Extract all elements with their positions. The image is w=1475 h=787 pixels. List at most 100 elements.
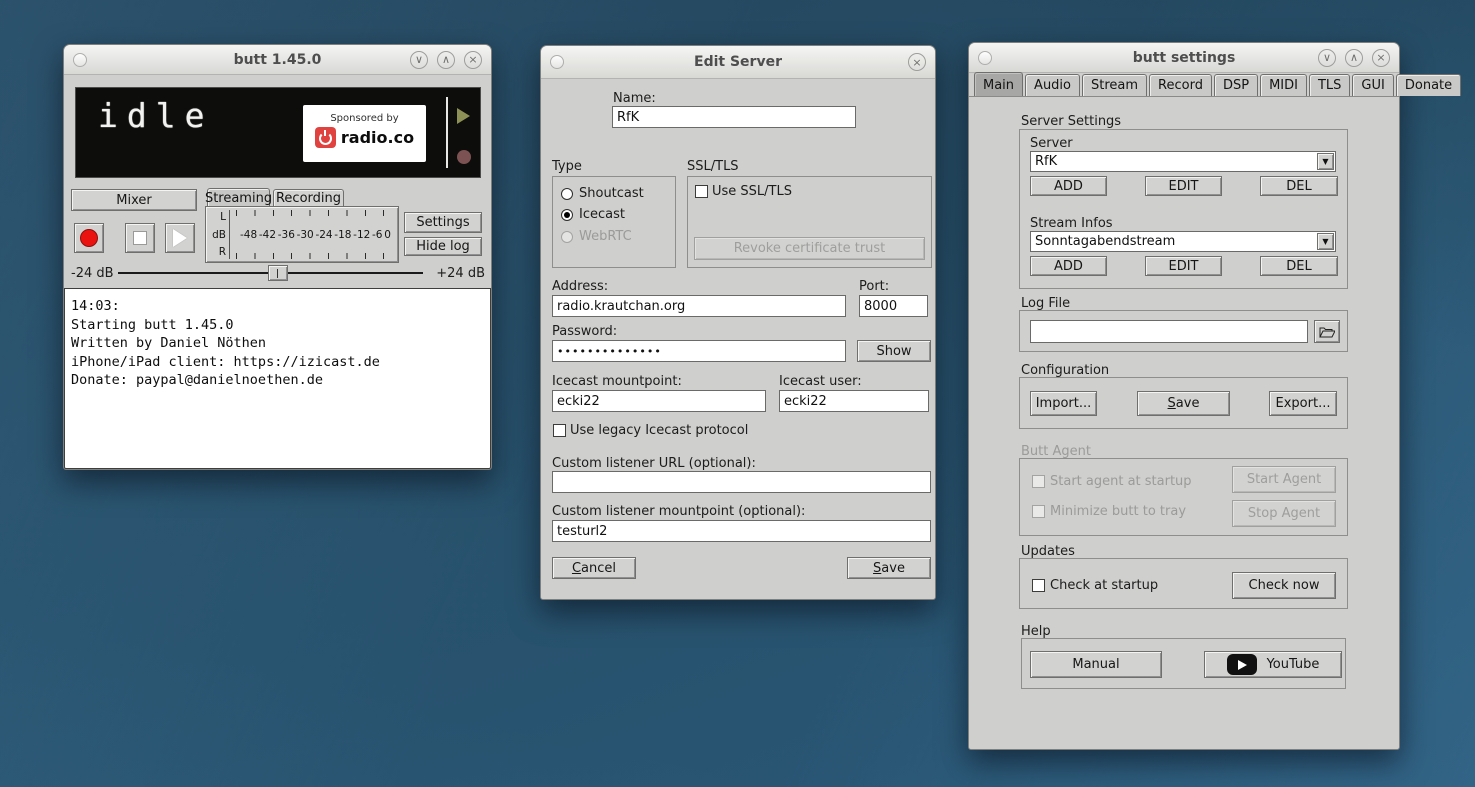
status-display: idle Sponsored by radio.co bbox=[75, 87, 481, 178]
show-password-button[interactable]: Show bbox=[857, 340, 931, 362]
icecast-label: Icecast bbox=[579, 207, 625, 222]
mountpoint-input[interactable] bbox=[552, 390, 766, 412]
stream-del-button[interactable]: DEL bbox=[1260, 256, 1338, 276]
radio-shoutcast[interactable] bbox=[561, 188, 573, 200]
listener-mountpoint-input[interactable] bbox=[552, 520, 931, 542]
cancel-button[interactable]: Cancel bbox=[552, 557, 636, 579]
stream-add-button[interactable]: ADD bbox=[1030, 256, 1107, 276]
tab-gui[interactable]: GUI bbox=[1352, 74, 1393, 96]
window-menu-icon[interactable] bbox=[550, 55, 564, 69]
type-label: Type bbox=[552, 159, 582, 174]
status-lamp-icon bbox=[457, 150, 471, 164]
minimize-tray-checkbox bbox=[1032, 505, 1045, 518]
butt-main-window: butt 1.45.0 ∨ ∧ × idle Sponsored by radi… bbox=[63, 44, 492, 470]
radioco-logo-icon bbox=[315, 127, 336, 148]
server-dropdown[interactable]: RfK ▼ bbox=[1030, 151, 1336, 172]
server-edit-button[interactable]: EDIT bbox=[1145, 176, 1222, 196]
minimize-icon[interactable]: ∨ bbox=[1318, 49, 1336, 67]
log-line: 14:03: bbox=[71, 297, 484, 316]
play-button[interactable] bbox=[165, 223, 195, 253]
save-button[interactable]: Save bbox=[847, 557, 931, 579]
use-ssl-label: Use SSL/TLS bbox=[712, 184, 792, 199]
close-icon[interactable]: × bbox=[1372, 49, 1390, 67]
stop-icon bbox=[133, 231, 147, 245]
manual-button[interactable]: Manual bbox=[1030, 651, 1162, 678]
sponsor-banner[interactable]: Sponsored by radio.co bbox=[303, 105, 426, 162]
dialog-title: Edit Server bbox=[541, 54, 935, 70]
minimize-icon[interactable]: ∨ bbox=[410, 51, 428, 69]
server-add-button[interactable]: ADD bbox=[1030, 176, 1107, 196]
export-button[interactable]: Export... bbox=[1269, 391, 1337, 416]
log-file-group-label: Log File bbox=[1021, 296, 1070, 311]
check-now-button[interactable]: Check now bbox=[1232, 572, 1336, 599]
tab-audio[interactable]: Audio bbox=[1025, 74, 1080, 96]
display-divider bbox=[446, 97, 448, 168]
maximize-icon[interactable]: ∧ bbox=[1345, 49, 1363, 67]
password-input[interactable] bbox=[552, 340, 846, 362]
settings-titlebar[interactable]: butt settings ∨ ∧ × bbox=[969, 43, 1399, 73]
folder-open-icon bbox=[1319, 325, 1335, 338]
gain-slider[interactable] bbox=[118, 265, 423, 281]
stop-button[interactable] bbox=[125, 223, 155, 253]
shoutcast-label: Shoutcast bbox=[579, 186, 644, 201]
dropdown-arrow-icon[interactable]: ▼ bbox=[1317, 233, 1334, 250]
window-menu-icon[interactable] bbox=[978, 51, 992, 65]
name-input[interactable] bbox=[612, 106, 856, 128]
log-line: Starting butt 1.45.0 bbox=[71, 316, 484, 335]
record-button[interactable] bbox=[74, 223, 104, 253]
dropdown-arrow-icon[interactable]: ▼ bbox=[1317, 153, 1334, 170]
mountpoint-label: Icecast mountpoint: bbox=[552, 374, 682, 389]
butt-titlebar[interactable]: butt 1.45.0 ∨ ∧ × bbox=[64, 45, 491, 75]
window-menu-icon[interactable] bbox=[73, 53, 87, 67]
legacy-protocol-label: Use legacy Icecast protocol bbox=[570, 423, 748, 438]
vu-meter: L dB R -48-42-36-30-24-18-12-60 bbox=[205, 206, 399, 263]
maximize-icon[interactable]: ∧ bbox=[437, 51, 455, 69]
radio-icecast[interactable] bbox=[561, 209, 573, 221]
import-button[interactable]: Import... bbox=[1030, 391, 1097, 416]
tab-record[interactable]: Record bbox=[1149, 74, 1212, 96]
radio-webrtc bbox=[561, 231, 573, 243]
edit-server-titlebar[interactable]: Edit Server × bbox=[541, 46, 935, 79]
close-icon[interactable]: × bbox=[908, 53, 926, 71]
port-input[interactable] bbox=[859, 295, 928, 317]
check-at-startup-checkbox[interactable] bbox=[1032, 579, 1045, 592]
youtube-button[interactable]: YouTube bbox=[1204, 651, 1342, 678]
tab-midi[interactable]: MIDI bbox=[1260, 74, 1307, 96]
tab-streaming[interactable]: Streaming bbox=[207, 188, 270, 207]
gain-min-label: -24 dB bbox=[71, 266, 114, 281]
browse-log-file-button[interactable] bbox=[1314, 320, 1340, 343]
log-file-input[interactable] bbox=[1030, 320, 1308, 343]
config-save-button[interactable]: Save bbox=[1137, 391, 1230, 416]
log-file-group bbox=[1019, 310, 1348, 352]
listener-url-input[interactable] bbox=[552, 471, 931, 493]
tab-dsp[interactable]: DSP bbox=[1214, 74, 1258, 96]
address-input[interactable] bbox=[552, 295, 846, 317]
sponsor-label: Sponsored by bbox=[303, 113, 426, 124]
settings-button[interactable]: Settings bbox=[404, 212, 482, 233]
stream-infos-dropdown[interactable]: Sonntagabendstream ▼ bbox=[1030, 231, 1336, 252]
tab-donate[interactable]: Donate bbox=[1396, 74, 1461, 96]
record-icon bbox=[80, 229, 98, 247]
minimize-tray-label: Minimize butt to tray bbox=[1050, 504, 1186, 519]
icecast-user-input[interactable] bbox=[779, 390, 929, 412]
close-icon[interactable]: × bbox=[464, 51, 482, 69]
listener-url-label: Custom listener URL (optional): bbox=[552, 456, 756, 471]
tab-recording[interactable]: Recording bbox=[273, 189, 344, 207]
tab-main[interactable]: Main bbox=[974, 72, 1023, 96]
server-del-button[interactable]: DEL bbox=[1260, 176, 1338, 196]
check-at-startup-label: Check at startup bbox=[1050, 578, 1158, 593]
password-label: Password: bbox=[552, 324, 617, 339]
legacy-protocol-checkbox[interactable] bbox=[553, 424, 566, 437]
hide-log-button[interactable]: Hide log bbox=[404, 237, 482, 256]
stream-edit-button[interactable]: EDIT bbox=[1145, 256, 1222, 276]
mixer-button[interactable]: Mixer bbox=[71, 189, 197, 211]
port-label: Port: bbox=[859, 279, 889, 294]
slider-handle[interactable] bbox=[268, 265, 288, 281]
tab-tls[interactable]: TLS bbox=[1309, 74, 1350, 96]
meter-scale: -48-42-36-30-24-18-12-60 bbox=[230, 229, 394, 241]
log-output[interactable]: 14:03: Starting butt 1.45.0 Written by D… bbox=[64, 288, 491, 469]
butt-agent-group-label: Butt Agent bbox=[1021, 444, 1091, 459]
name-label: Name: bbox=[613, 91, 656, 106]
tab-stream[interactable]: Stream bbox=[1082, 74, 1147, 96]
use-ssl-checkbox[interactable] bbox=[695, 185, 708, 198]
